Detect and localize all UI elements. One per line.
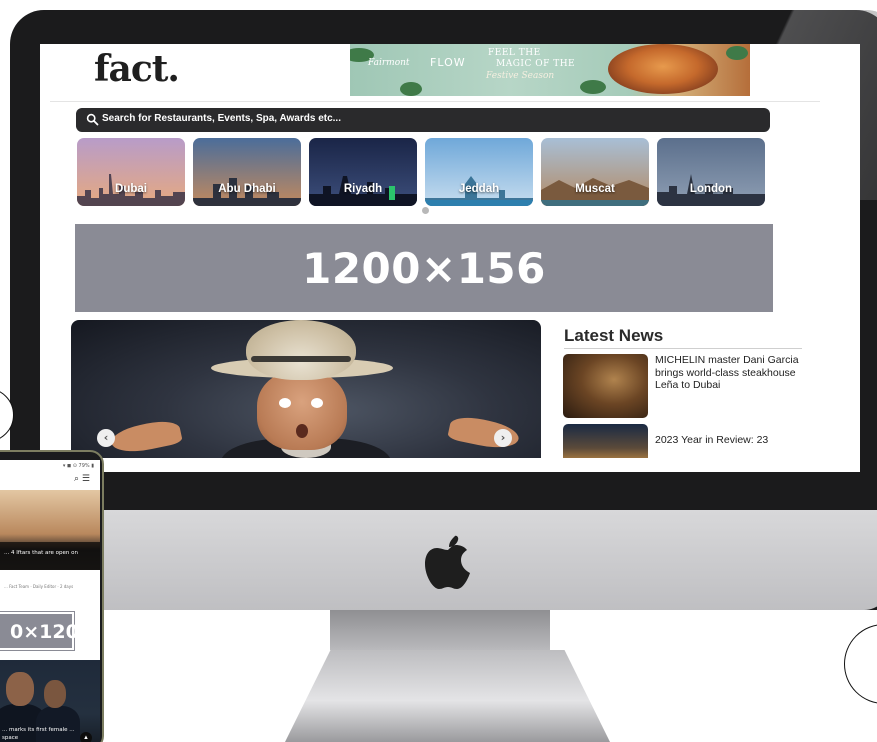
screen-bottom-strip [40, 458, 860, 472]
latest-news-heading: Latest News [564, 326, 664, 345]
city-label: Abu Dhabi [218, 183, 276, 195]
search-placeholder: Search for Restaurants, Events, Spa, Awa… [102, 113, 341, 124]
phone-mockup: ▾ ◼ ⊙ 79% ▮ ⌕ ☰ ... 4 Iftars that are op… [0, 450, 104, 742]
city-carousel: Dubai Abu Dhabi Riyadh Jeddah Muscat Lon… [77, 138, 767, 206]
chevron-right-icon[interactable]: › [494, 429, 512, 447]
phone-article-card[interactable]: ... marks its first female ... space ▲ [0, 660, 100, 742]
city-tile-london[interactable]: London [657, 138, 765, 206]
phone-byline: ... Fact Team · Daily Editor · 2 days [4, 584, 74, 589]
city-tile-dubai[interactable]: Dubai [77, 138, 185, 206]
leaf-decoration [726, 46, 748, 60]
mockup-stage: fact. Fairmont FLOW FEEL THE MAGIC OF TH… [0, 0, 877, 742]
header-divider [50, 101, 820, 102]
phone-banner-size-label: 0×120 [10, 621, 79, 643]
news-headline[interactable]: MICHELIN master Dani Garcia brings world… [655, 354, 803, 392]
hero-hand [109, 417, 183, 457]
ad-brand: Fairmont [368, 58, 410, 68]
phone-card-title[interactable]: ... marks its first female ... space [2, 726, 82, 742]
city-tile-riyadh[interactable]: Riyadh [309, 138, 417, 206]
city-label: London [689, 183, 733, 195]
news-headline[interactable]: 2023 Year in Review: 23 [655, 434, 803, 447]
news-item[interactable]: MICHELIN master Dani Garcia brings world… [563, 354, 803, 420]
card-figure-head [44, 680, 66, 708]
search-input[interactable]: Search for Restaurants, Events, Spa, Awa… [76, 108, 770, 132]
phone-status-bar: ▾ ◼ ⊙ 79% ▮ [62, 463, 94, 469]
imac-stand-foot [285, 650, 610, 742]
chevron-left-icon[interactable]: ‹ [97, 429, 115, 447]
ad-headline-1: FEEL THE [488, 48, 541, 58]
site-logo[interactable]: fact. [94, 48, 180, 90]
top-advertisement[interactable]: Fairmont FLOW FEEL THE MAGIC OF THE Fest… [350, 44, 750, 96]
phone-hero-title[interactable]: ... 4 Iftars that are open on [4, 550, 94, 557]
search-menu-icons[interactable]: ⌕ ☰ [74, 474, 90, 484]
hero-figure-face [257, 370, 347, 450]
city-tile-abu-dhabi[interactable]: Abu Dhabi [193, 138, 301, 206]
hero-figure-hat [246, 320, 356, 380]
phone-screen: ▾ ◼ ⊙ 79% ▮ ⌕ ☰ ... 4 Iftars that are op… [0, 460, 100, 742]
search-icon [86, 113, 99, 126]
hero-figure-hat-band [251, 356, 351, 362]
hero-figure-eye [279, 398, 291, 408]
latest-news-divider [564, 348, 802, 349]
city-label: Jeddah [458, 183, 500, 195]
decorative-circle [844, 624, 877, 704]
city-label: Dubai [115, 183, 147, 195]
desktop-screen: fact. Fairmont FLOW FEEL THE MAGIC OF TH… [40, 44, 860, 472]
ad-banner-placeholder[interactable]: 1200×156 [75, 224, 773, 312]
city-label: Muscat [575, 183, 615, 195]
ad-headline-3: Festive Season [486, 71, 555, 81]
ad-partner: FLOW [430, 56, 466, 69]
apple-logo-icon [425, 535, 470, 589]
notification-bell-icon[interactable]: ▲ [80, 732, 92, 742]
ad-headline-2: MAGIC OF THE [496, 59, 576, 69]
imac-stand-neck [330, 610, 550, 650]
card-figure-head [6, 672, 34, 706]
leaf-decoration [580, 80, 606, 94]
leaf-decoration [400, 82, 422, 96]
city-tile-muscat[interactable]: Muscat [541, 138, 649, 206]
carousel-indicator[interactable] [422, 207, 429, 214]
hero-figure-mouth [296, 424, 308, 438]
city-tile-jeddah[interactable]: Jeddah [425, 138, 533, 206]
phone-ad-banner[interactable]: 0×120 [0, 611, 79, 651]
banner-size-label: 1200×156 [302, 243, 546, 293]
ad-roast-turkey-image [608, 44, 718, 94]
city-label: Riyadh [343, 183, 383, 195]
news-thumbnail [563, 354, 648, 418]
hero-figure-eye [311, 398, 323, 408]
hero-slider[interactable]: ‹ › [71, 320, 541, 470]
